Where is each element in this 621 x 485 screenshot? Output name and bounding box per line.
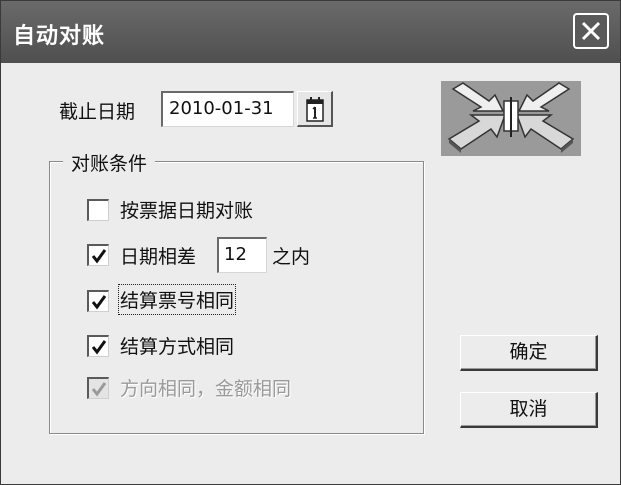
- date-diff-days-input[interactable]: 12: [217, 237, 267, 273]
- converging-arrows-icon: [441, 81, 581, 156]
- window-title: 自动对账: [13, 24, 106, 49]
- date-diff-label: 日期相差: [120, 246, 197, 268]
- by-bill-date-checkbox[interactable]: [87, 199, 109, 221]
- cutoff-date-input[interactable]: 2010-01-31: [161, 91, 294, 127]
- same-direction-amount-label: 方向相同，金额相同: [120, 378, 292, 400]
- date-diff-suffix: 之内: [272, 246, 311, 268]
- same-direction-amount-checkbox[interactable]: [87, 377, 109, 399]
- close-icon: [581, 21, 601, 41]
- same-settlement-no-checkbox[interactable]: [87, 290, 109, 312]
- auto-reconcile-dialog: 自动对账 截止日期 2010-01-31 对账条件 按票据日期对账 日期相差 1…: [0, 0, 621, 485]
- ok-button[interactable]: 确定: [460, 335, 598, 371]
- calendar-icon: [306, 97, 324, 122]
- same-settlement-no-label: 结算票号相同: [117, 284, 237, 315]
- by-bill-date-label: 按票据日期对账: [120, 200, 254, 222]
- checkmark-icon: [91, 249, 107, 264]
- checkmark-icon: [91, 340, 107, 355]
- cutoff-date-label: 截止日期: [59, 101, 136, 123]
- close-button[interactable]: [573, 13, 609, 49]
- title-bar[interactable]: 自动对账: [1, 1, 620, 63]
- cancel-button[interactable]: 取消: [460, 392, 598, 428]
- calendar-button[interactable]: [297, 91, 333, 127]
- same-settlement-method-checkbox[interactable]: [87, 335, 109, 357]
- date-diff-checkbox[interactable]: [87, 244, 109, 266]
- checkmark-icon: [91, 382, 107, 397]
- conditions-group-title: 对账条件: [63, 149, 156, 176]
- checkmark-icon: [91, 295, 107, 310]
- same-settlement-method-label: 结算方式相同: [120, 336, 235, 358]
